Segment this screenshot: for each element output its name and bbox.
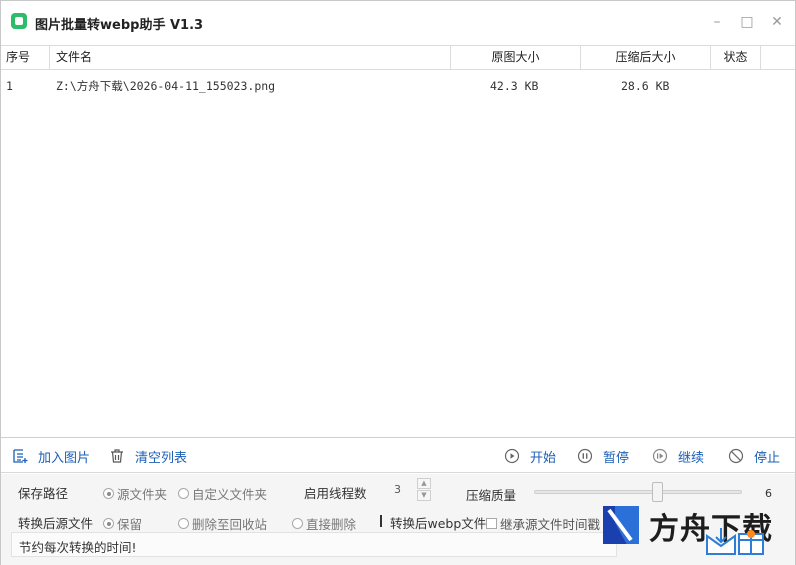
col-header-status[interactable]: 状态 [711,46,761,69]
window-title: 图片批量转webp助手 V1.3 [35,18,204,33]
radio-keep[interactable]: 保留 [103,514,142,533]
add-images-label: 加入图片 [38,450,91,466]
stop-button[interactable]: 停止 [728,446,780,466]
col-header-filename[interactable]: 文件名 [50,46,451,69]
watermark-box-icon [706,528,764,555]
minimize-icon[interactable]: – [709,14,725,30]
threads-stepper[interactable]: ▲ ▼ [417,478,431,502]
row-compressed-size: 28.6 KB [621,79,670,93]
radio-dot [178,518,189,529]
stepper-down-icon[interactable]: ▼ [417,490,431,501]
row-filename: Z:\方舟下载\2026-04-11_155023.png [56,79,276,93]
webp-after-label: 转换后webp文件 [390,516,487,531]
start-button[interactable]: 开始 [504,446,556,466]
radio-delete-label: 直接删除 [306,517,357,532]
maximize-icon[interactable]: □ [739,14,755,30]
start-label: 开始 [530,450,557,466]
radio-dot [103,518,114,529]
title-bar: 图片批量转webp助手 V1.3 – □ ✕ [1,1,795,43]
radio-delete[interactable]: 直接删除 [292,514,356,533]
table-row[interactable]: 1 Z:\方舟下载\2026-04-11_155023.png 42.3 KB … [1,77,795,95]
col-header-index[interactable]: 序号 [1,46,50,69]
clear-list-label: 清空列表 [135,450,188,466]
radio-keep-label: 保留 [117,517,143,532]
stop-label: 停止 [754,450,781,466]
radio-dot [103,488,114,499]
close-icon[interactable]: ✕ [769,14,785,30]
pause-icon [577,448,593,464]
row-original-size: 42.3 KB [490,79,539,93]
stop-icon [728,448,744,464]
threads-label: 启用线程数 [304,486,367,501]
add-image-icon [13,449,28,463]
resume-button[interactable]: 继续 [652,446,704,466]
status-bar: 节约每次转换的时间! [11,532,617,557]
table-header: 序号 文件名 原图大小 压缩后大小 状态 [1,45,795,70]
radio-source-folder-label: 源文件夹 [117,487,168,502]
col-header-original-size[interactable]: 原图大小 [451,46,581,69]
row-index: 1 [6,79,13,93]
trash-icon [111,449,123,463]
separator-bar [380,515,382,527]
inherit-time-label: 继承源文件时间戳 [500,517,601,532]
quality-label: 压缩质量 [466,488,517,503]
app-icon [11,13,27,29]
add-images-button[interactable]: 加入图片 [12,446,90,466]
clear-list-button[interactable]: 清空列表 [109,446,187,466]
pause-label: 暂停 [603,450,630,466]
status-message: 节约每次转换的时间! [19,540,137,555]
pause-button[interactable]: 暂停 [577,446,629,466]
radio-custom-folder-label: 自定义文件夹 [192,487,268,502]
radio-source-folder[interactable]: 源文件夹 [103,484,167,503]
resume-label: 继续 [678,450,705,466]
app-window: 图片批量转webp助手 V1.3 – □ ✕ 序号 文件名 原图大小 压缩后大小… [0,0,796,565]
quality-slider[interactable] [534,490,742,494]
inherit-time-checkbox[interactable]: 继承源文件时间戳 [486,514,600,533]
radio-custom-folder[interactable]: 自定义文件夹 [178,484,267,503]
threads-value[interactable]: 3 [394,483,401,496]
watermark-logo-icon [603,506,639,544]
play-icon [504,448,520,464]
col-header-compressed-size[interactable]: 压缩后大小 [581,46,711,69]
radio-recycle[interactable]: 删除至回收站 [178,514,267,533]
watermark: 方舟下载 [601,498,796,565]
checkbox[interactable] [486,518,497,529]
radio-recycle-label: 删除至回收站 [192,517,268,532]
action-toolbar: 加入图片 清空列表 开始 暂停 继续 停止 [1,439,795,473]
radio-dot [178,488,189,499]
save-path-label: 保存路径 [18,486,69,501]
source-after-label: 转换后源文件 [18,516,94,531]
resume-icon [652,448,668,464]
radio-dot [292,518,303,529]
file-list[interactable]: 1 Z:\方舟下载\2026-04-11_155023.png 42.3 KB … [1,71,795,438]
stepper-up-icon[interactable]: ▲ [417,478,431,489]
